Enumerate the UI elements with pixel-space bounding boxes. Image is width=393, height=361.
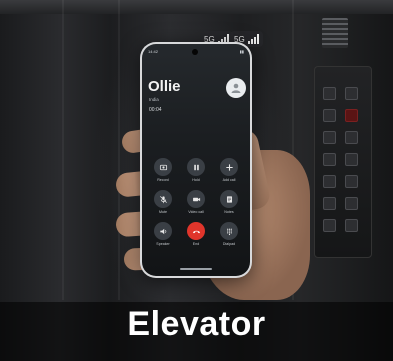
video-call-button[interactable]: Video call — [183, 190, 209, 214]
pause-icon — [193, 164, 199, 170]
speaker-button[interactable]: Speaker — [150, 222, 176, 246]
notes-icon — [226, 195, 232, 203]
hold-button[interactable]: Hold — [183, 158, 209, 182]
control-label: Record — [157, 178, 169, 182]
caller-avatar — [226, 78, 246, 98]
home-indicator[interactable] — [180, 268, 212, 270]
status-time: 14:42 — [148, 49, 159, 54]
battery-icon: ▮▮ — [239, 49, 244, 54]
scene-caption: Elevator — [127, 305, 266, 343]
elevator-scene: 5G 5G 14:42 ▮▮ Ollie India 00:04 Record — [0, 0, 393, 361]
control-label: Mute — [159, 210, 167, 214]
add-call-button[interactable]: Add call — [216, 158, 242, 182]
control-label: Notes — [224, 210, 234, 214]
notes-button[interactable]: Notes — [216, 190, 242, 214]
video-icon — [192, 197, 200, 201]
mute-button[interactable]: Mute — [150, 190, 176, 214]
speaker-icon — [159, 228, 166, 234]
caller-country: India — [149, 97, 159, 102]
dialpad-icon — [226, 228, 232, 235]
signal-bars-icon — [247, 34, 259, 44]
call-screen: 14:42 ▮▮ Ollie India 00:04 Record Hold A… — [142, 44, 250, 276]
plus-icon — [225, 163, 233, 171]
end-call-button[interactable]: End — [183, 222, 209, 246]
control-label: Dialpad — [222, 242, 236, 246]
status-bar: 14:42 ▮▮ — [148, 49, 244, 54]
mic-off-icon — [159, 195, 167, 203]
dialpad-button[interactable]: Dialpad — [216, 222, 242, 246]
caller-name: Ollie — [148, 78, 181, 95]
control-label: Video call — [188, 210, 204, 214]
elevator-button-panel — [314, 66, 372, 258]
record-button[interactable]: Record — [150, 158, 176, 182]
elevator-ceiling — [0, 0, 393, 14]
control-label: Hold — [192, 178, 200, 182]
door-seam — [118, 0, 120, 300]
call-timer: 00:04 — [149, 107, 162, 113]
end-call-icon — [192, 230, 200, 233]
control-label: End — [192, 242, 200, 246]
phone: 14:42 ▮▮ Ollie India 00:04 Record Hold A… — [140, 42, 252, 278]
door-seam — [62, 0, 64, 300]
ceiling-vent — [322, 18, 348, 48]
control-label: Add call — [222, 178, 236, 182]
record-icon — [159, 164, 167, 170]
person-icon — [231, 83, 241, 93]
control-label: Speaker — [156, 242, 170, 246]
